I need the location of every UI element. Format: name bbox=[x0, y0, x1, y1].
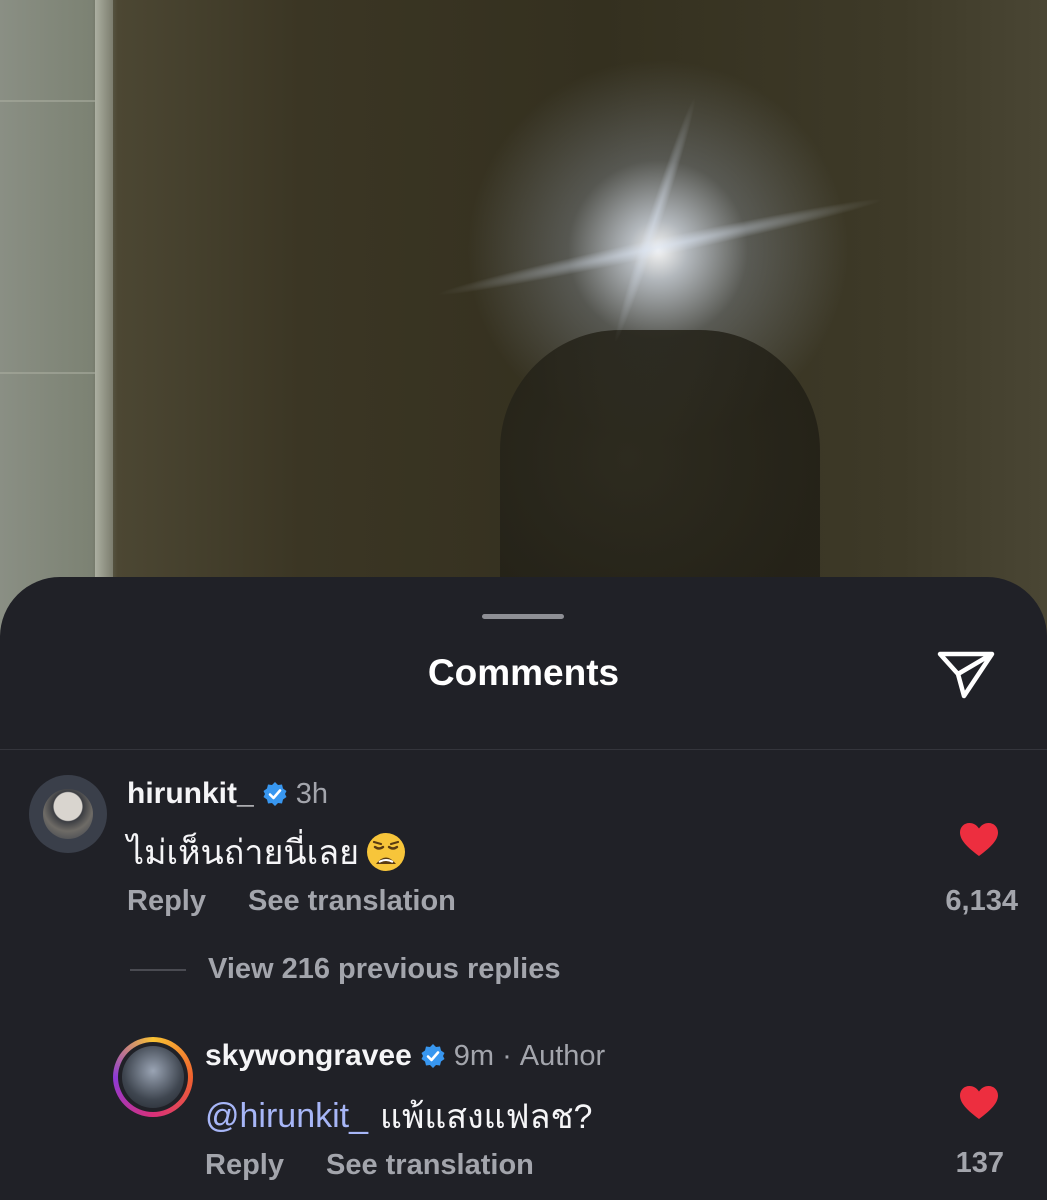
view-replies-button[interactable]: View 216 previous replies bbox=[130, 953, 561, 986]
comment-time: 9m · Author bbox=[453, 1039, 606, 1072]
paper-plane-icon bbox=[937, 651, 995, 699]
like-count[interactable]: 137 bbox=[956, 1147, 1004, 1180]
verified-badge-icon bbox=[421, 1044, 445, 1068]
comment-header: skywongravee 9m · Author bbox=[205, 1039, 605, 1073]
comment-actions: Reply See translation bbox=[127, 885, 456, 918]
comment-body: ไม่เห็นถ่ายนี่เลย bbox=[127, 834, 360, 872]
reply-button[interactable]: Reply bbox=[205, 1149, 284, 1182]
see-translation-button[interactable]: See translation bbox=[326, 1149, 534, 1182]
see-translation-button[interactable]: See translation bbox=[248, 885, 456, 918]
comment-text: @hirunkit_ แพ้แสงแฟลช? bbox=[205, 1089, 592, 1143]
avatar[interactable] bbox=[29, 775, 107, 853]
sheet-drag-handle[interactable] bbox=[482, 614, 564, 619]
like-heart-icon[interactable] bbox=[959, 1085, 999, 1121]
comment-time: 3h bbox=[295, 777, 328, 810]
comment-header: hirunkit_ 3h bbox=[127, 777, 328, 811]
verified-badge-icon bbox=[263, 782, 287, 806]
like-count[interactable]: 6,134 bbox=[945, 885, 1018, 918]
replies-line bbox=[130, 968, 186, 971]
like-heart-icon[interactable] bbox=[959, 822, 999, 858]
username[interactable]: skywongravee bbox=[205, 1039, 412, 1073]
username[interactable]: hirunkit_ bbox=[127, 777, 254, 811]
post-photo bbox=[0, 0, 1047, 640]
comment-actions: Reply See translation bbox=[205, 1149, 534, 1182]
author-label: Author bbox=[519, 1039, 606, 1072]
reply-button[interactable]: Reply bbox=[127, 885, 206, 918]
view-replies-label: View 216 previous replies bbox=[208, 953, 561, 985]
sheet-title: Comments bbox=[427, 652, 620, 693]
header-divider bbox=[0, 749, 1047, 750]
share-button[interactable] bbox=[934, 644, 998, 704]
avatar-with-story-ring[interactable] bbox=[113, 1037, 193, 1117]
mention-link[interactable]: @hirunkit_ bbox=[205, 1097, 368, 1136]
comment-text: ไม่เห็นถ่ายนี่เลย bbox=[127, 825, 407, 879]
comment-body: แพ้แสงแฟลช? bbox=[380, 1098, 593, 1136]
comments-sheet: Comments hirunkit_ 3h ไม่เห็นถ่ายนี่เลย bbox=[0, 577, 1047, 1200]
weary-face-emoji-icon bbox=[367, 833, 406, 871]
